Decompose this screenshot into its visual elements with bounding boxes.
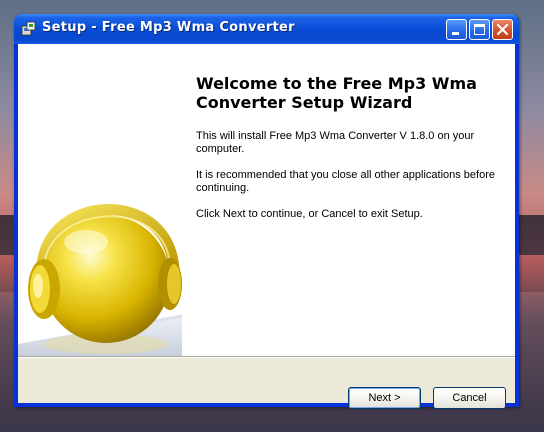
close-icon <box>496 23 509 36</box>
yellow-ball-headphones-image <box>18 44 182 356</box>
install-description: This will install Free Mp3 Wma Converter… <box>196 130 475 155</box>
close-apps-recommendation: It is recommended that you close all oth… <box>196 169 495 194</box>
wizard-client-area: Welcome to the Free Mp3 Wma Converter Se… <box>18 44 515 409</box>
continue-instruction: Click Next to continue, or Cancel to exi… <box>196 208 423 220</box>
maximize-button[interactable] <box>469 19 490 40</box>
window-title: Setup - Free Mp3 Wma Converter <box>42 20 295 35</box>
title-bar[interactable]: Setup - Free Mp3 Wma Converter <box>14 14 519 44</box>
cancel-button[interactable]: Cancel <box>433 387 506 409</box>
button-area-divider <box>18 356 515 358</box>
minimize-icon <box>452 32 459 35</box>
setup-window: Setup - Free Mp3 Wma Converter Welcome t… <box>14 14 519 409</box>
welcome-heading: Welcome to the Free Mp3 Wma Converter Se… <box>196 74 477 112</box>
maximize-icon <box>474 24 485 35</box>
next-button[interactable]: Next > <box>348 387 421 409</box>
close-button[interactable] <box>492 19 513 40</box>
minimize-button[interactable] <box>446 19 467 40</box>
welcome-panel: Welcome to the Free Mp3 Wma Converter Se… <box>18 44 515 356</box>
setup-installer-icon <box>21 21 36 36</box>
